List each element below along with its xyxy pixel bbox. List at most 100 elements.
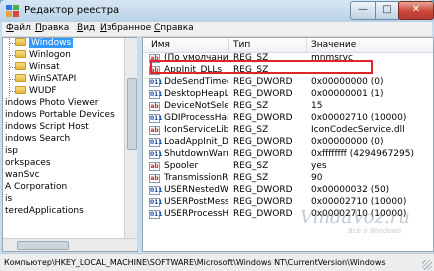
scrollbar-thumb[interactable] — [127, 78, 137, 150]
status-bar: Компьютер\HKEY_LOCAL_MACHINE\SOFTWARE\Mi… — [0, 253, 434, 271]
menu-edit[interactable]: Правка — [35, 23, 69, 33]
table-row[interactable]: ab DeviceNotSelect... REG_SZ 15 — [143, 101, 433, 112]
value-name: ShutdownWarni... — [164, 149, 228, 159]
string-value-icon: ab — [149, 102, 160, 111]
tree-connector — [9, 38, 10, 98]
scrollbar-thumb[interactable] — [17, 241, 69, 250]
table-row[interactable]: 011 USERNestedWin... REG_DWORD 0x0000003… — [143, 185, 433, 196]
binary-value-icon: 011 — [149, 78, 163, 87]
value-type: REG_DWORD — [233, 89, 293, 99]
menu-help[interactable]: Справка — [154, 23, 194, 33]
tree-item-windows-portable-devices[interactable]: indows Portable Devices — [5, 110, 115, 121]
value-name: GDIProcessHan... — [164, 113, 228, 123]
registry-editor-window: Редактор реестра — □ ✕ Файл Правка Вид И… — [0, 0, 434, 271]
column-name[interactable]: Имя — [151, 40, 170, 50]
tree-item-isp[interactable]: isp — [5, 146, 18, 157]
binary-value-icon: 011 — [149, 210, 163, 219]
tree-item-wudf[interactable]: WUDF — [15, 86, 57, 97]
registry-tree[interactable]: Windows Winlogon Winsat WinSATAPI WUDF i… — [2, 37, 138, 252]
tree-item-label: Winlogon — [29, 50, 71, 60]
tree-item-windows-script-host[interactable]: indows Script Host — [5, 122, 89, 133]
value-type: REG_DWORD — [233, 197, 293, 207]
binary-value-icon: 011 — [149, 186, 163, 195]
table-row[interactable]: 011 ShutdownWarni... REG_DWORD 0xfffffff… — [143, 149, 433, 160]
value-type: REG_DWORD — [233, 185, 293, 195]
binary-value-icon: 011 — [149, 150, 163, 159]
binary-value-icon: 011 — [149, 198, 163, 207]
value-data: IconCodecService.dll — [311, 125, 405, 135]
string-value-icon: ab — [149, 126, 160, 135]
table-row[interactable]: ab Spooler REG_SZ yes — [143, 161, 433, 172]
table-row[interactable]: 011 DdeSendTimeout REG_DWORD 0x00000000 … — [143, 77, 433, 88]
table-row[interactable]: ab IconServiceLib REG_SZ IconCodecServic… — [143, 125, 433, 136]
column-type[interactable]: Тип — [233, 40, 250, 50]
watermark-tagline: Всё о Windows — [348, 227, 402, 235]
string-value-icon: ab — [149, 162, 160, 171]
value-data: 0x00000000 (0) — [311, 137, 384, 147]
value-data: 0x00000000 (0) — [311, 77, 384, 87]
table-row[interactable]: 011 LoadAppInit_DLLs REG_DWORD 0x0000000… — [143, 137, 433, 148]
value-type: REG_SZ — [233, 173, 269, 183]
tree-horizontal-scrollbar[interactable] — [3, 238, 137, 251]
watermark-logo: VindaVoz.ru — [300, 207, 410, 228]
tree-item-winsatapi[interactable]: WinSATAPI — [15, 74, 76, 85]
table-row[interactable]: 011 GDIProcessHan... REG_DWORD 0x0000271… — [143, 113, 433, 124]
menu-view[interactable]: Вид — [77, 23, 95, 33]
value-name: TransmissionRet... — [164, 173, 228, 183]
value-name: IconServiceLib — [164, 125, 228, 135]
binary-value-icon: 011 — [149, 138, 163, 147]
tree-item-winlogon[interactable]: Winlogon — [15, 50, 71, 61]
column-value[interactable]: Значение — [311, 40, 356, 50]
tree-item-label: WUDF — [29, 86, 57, 96]
folder-icon — [15, 74, 26, 82]
close-button[interactable]: ✕ — [398, 1, 434, 20]
table-row[interactable]: ab TransmissionRet... REG_SZ 90 — [143, 173, 433, 184]
list-header: Имя Тип Значение — [143, 38, 433, 53]
string-value-icon: ab — [149, 174, 160, 183]
value-data: 0x00002710 (10000) — [311, 113, 407, 123]
window-title: Редактор реестра — [24, 5, 120, 16]
value-data: yes — [311, 161, 327, 171]
value-type: REG_DWORD — [233, 137, 293, 147]
column-divider[interactable] — [306, 38, 307, 52]
tree-item-is[interactable]: is — [5, 194, 12, 205]
binary-value-icon: 011 — [149, 114, 163, 123]
value-name: USERPostMessa... — [164, 197, 228, 207]
folder-icon — [15, 62, 26, 70]
value-data: 90 — [311, 173, 323, 183]
tree-item-windows-search[interactable]: indows Search — [5, 134, 70, 145]
value-data: 15 — [311, 101, 323, 111]
appinit-highlight-box — [150, 60, 373, 74]
resize-grip-icon[interactable] — [422, 260, 432, 270]
value-type: REG_DWORD — [233, 113, 293, 123]
tree-item-workspaces[interactable]: orkspaces — [5, 158, 51, 169]
column-divider[interactable] — [228, 38, 229, 52]
tree-item-label: Winsat — [29, 62, 60, 72]
tree-vertical-scrollbar[interactable] — [124, 38, 137, 239]
value-data: 0xffffffff (4294967295) — [311, 149, 414, 159]
value-type: REG_SZ — [233, 101, 269, 111]
status-path: Компьютер\HKEY_LOCAL_MACHINE\SOFTWARE\Mi… — [4, 258, 386, 267]
value-data: 0x00000032 (50) — [311, 185, 390, 195]
value-name: LoadAppInit_DLLs — [164, 137, 228, 147]
table-row[interactable]: 011 DesktopHeapLo... REG_DWORD 0x0000000… — [143, 89, 433, 100]
tree-item-winsat[interactable]: Winsat — [15, 62, 60, 73]
tree-item-windows[interactable]: Windows — [15, 38, 74, 49]
tree-item-windows-photo-viewer[interactable]: indows Photo Viewer — [5, 98, 98, 109]
tree-item-wansvc[interactable]: wanSvc — [5, 170, 40, 181]
tree-item-corporation[interactable]: A Corporation — [5, 182, 67, 193]
value-name: Spooler — [164, 161, 199, 171]
tree-item-label: Windows — [29, 38, 74, 48]
value-name: DdeSendTimeout — [164, 77, 228, 87]
title-bar[interactable]: Редактор реестра — □ ✕ — [0, 0, 434, 22]
menu-bar: Файл Правка Вид Избранное Справка — [2, 22, 432, 37]
maximize-button[interactable]: □ — [375, 1, 399, 20]
value-type: REG_DWORD — [233, 209, 293, 219]
minimize-button[interactable]: — — [350, 1, 376, 20]
pane-splitter[interactable] — [137, 37, 141, 250]
tree-item-filtered-applications[interactable]: teredApplications — [5, 206, 84, 217]
value-name: USERNestedWin... — [164, 185, 228, 195]
menu-file[interactable]: Файл — [6, 23, 31, 33]
menu-favorites[interactable]: Избранное — [100, 23, 151, 33]
registry-editor-icon — [6, 5, 19, 17]
